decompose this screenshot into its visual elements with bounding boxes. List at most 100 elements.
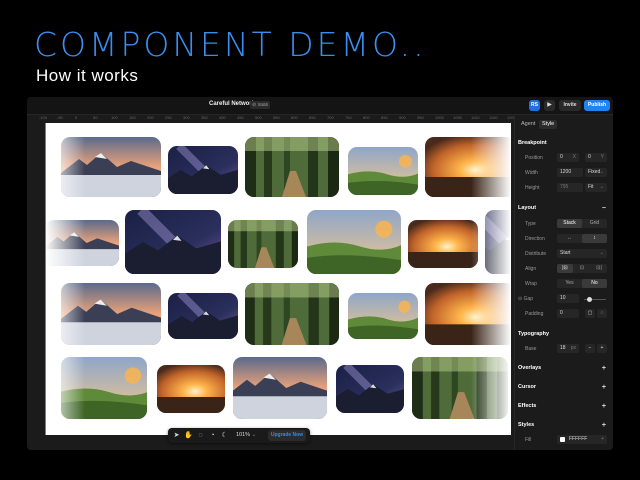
gallery-image-green-valley-sunset[interactable] xyxy=(348,293,418,339)
edge-fade-left xyxy=(45,123,85,435)
direction-label: Direction xyxy=(525,236,545,242)
tab-agent[interactable]: Agent xyxy=(518,120,538,129)
gap-field[interactable]: 10 xyxy=(557,294,579,303)
hand-icon[interactable]: ✋ xyxy=(184,431,193,440)
gallery-image-snowy-mountains-sea-of-clouds[interactable] xyxy=(233,357,327,419)
play-icon[interactable]: ▶ xyxy=(544,100,555,111)
padding-field[interactable]: 0 xyxy=(557,309,579,318)
ruler-tick: 700 xyxy=(327,115,334,120)
tab-style[interactable]: Style xyxy=(539,120,558,129)
moon-icon[interactable]: ☾ xyxy=(220,431,229,440)
comment-icon[interactable]: ◌ xyxy=(196,431,205,440)
gallery-image-green-valley-sunset[interactable] xyxy=(307,210,401,274)
type-grid-option[interactable]: Grid xyxy=(582,219,607,228)
bottom-toolbar: ➤ ✋ ◌ ◔ ☾ 101% ⌄ Upgrade Now xyxy=(168,428,310,443)
gallery-image-forest-path[interactable] xyxy=(228,220,298,268)
direction-vertical-icon[interactable]: ↕ xyxy=(582,234,607,243)
ruler-tick: 750 xyxy=(345,115,352,120)
padding-label: Padding xyxy=(525,311,544,317)
type-stack-option[interactable]: Stack xyxy=(557,219,582,228)
gallery-image-desert-sunset-glow[interactable] xyxy=(157,365,225,413)
invite-button[interactable]: Invite xyxy=(559,100,581,111)
ruler-tick: 1150 xyxy=(489,115,498,120)
height-mode-select[interactable]: Fit ⌄ xyxy=(585,183,607,192)
position-label: Position xyxy=(525,155,543,161)
ruler-tick: 900 xyxy=(399,115,406,120)
align-toggle: |⊡ ⊡ ⊡| xyxy=(557,264,607,273)
section-layout[interactable]: Layout − xyxy=(518,205,610,212)
gallery-image-green-valley-sunset[interactable] xyxy=(348,147,418,195)
ruler-tick: 1100 xyxy=(471,115,480,120)
slide-headline: COMPONENT DEMO.. xyxy=(34,25,427,64)
chat-icon[interactable]: ◔ xyxy=(208,431,217,440)
padding-uniform-icon[interactable]: ▢ xyxy=(585,309,595,318)
align-end-icon[interactable]: ⊡| xyxy=(591,264,607,273)
ruler-tick: -100 xyxy=(39,115,48,120)
gallery-image-desert-sunset-glow[interactable] xyxy=(408,220,478,268)
ruler-tick: 50 xyxy=(93,115,98,120)
direction-horizontal-icon[interactable]: ↔ xyxy=(557,234,582,243)
publish-button[interactable]: Publish xyxy=(584,100,610,111)
base-size-field[interactable]: 18 px xyxy=(557,344,579,353)
distribute-label: Distribute xyxy=(525,251,547,257)
gallery-image-milky-way-mountains[interactable] xyxy=(168,293,238,339)
pointer-icon[interactable]: ➤ xyxy=(172,431,181,440)
avatar[interactable]: RS xyxy=(529,100,540,111)
project-name[interactable]: Careful Network xyxy=(209,101,255,107)
edge-fade-right xyxy=(471,123,511,435)
gallery-image-milky-way-mountains[interactable] xyxy=(168,146,238,194)
project-badge: ⊘ saas xyxy=(250,101,271,109)
wrap-yes-option[interactable]: Yes xyxy=(557,279,582,288)
ruler-tick: 250 xyxy=(165,115,172,120)
ruler-tick: 1050 xyxy=(453,115,462,120)
ruler-tick: 200 xyxy=(147,115,154,120)
ruler-tick: 150 xyxy=(129,115,136,120)
base-label: Base xyxy=(525,346,537,352)
height-field[interactable]: 795 xyxy=(557,183,583,192)
section-cursor[interactable]: Cursor + xyxy=(518,384,610,391)
wrap-label: Wrap xyxy=(525,281,537,287)
gap-label: ⊙ Gap xyxy=(518,296,534,302)
gallery-image-milky-way-mountains[interactable] xyxy=(125,210,221,274)
position-y-field[interactable]: 0Y xyxy=(585,153,607,162)
type-label: Type xyxy=(525,221,536,227)
section-effects[interactable]: Effects + xyxy=(518,403,610,410)
section-overlays[interactable]: Overlays + xyxy=(518,365,610,372)
align-center-icon[interactable]: ⊡ xyxy=(574,264,590,273)
gap-slider-knob[interactable] xyxy=(587,297,592,302)
width-field[interactable]: 1200 xyxy=(557,168,583,177)
fill-swatch[interactable] xyxy=(560,437,565,442)
ruler-tick: 950 xyxy=(417,115,424,120)
section-styles[interactable]: Styles + xyxy=(518,422,610,429)
gallery-image-forest-path[interactable] xyxy=(245,283,339,345)
ruler-tick: 0 xyxy=(75,115,78,120)
padding-individual-icon[interactable]: ◌ xyxy=(597,309,607,318)
ruler-tick: 650 xyxy=(309,115,316,120)
ruler-tick: 300 xyxy=(183,115,190,120)
width-mode-select[interactable]: Fixed ⌄ xyxy=(585,168,607,177)
wrap-toggle: Yes No xyxy=(557,279,607,288)
ruler-tick: 500 xyxy=(255,115,262,120)
align-start-icon[interactable]: |⊡ xyxy=(557,264,573,273)
gallery-image-milky-way-mountains[interactable] xyxy=(336,365,404,413)
fill-label: Fill xyxy=(525,437,532,443)
canvas-frame[interactable] xyxy=(45,123,511,435)
ruler-tick: 450 xyxy=(237,115,244,120)
ruler-tick: -50 xyxy=(57,115,63,120)
ruler-tick: 550 xyxy=(273,115,280,120)
ruler-tick: 1000 xyxy=(435,115,444,120)
position-x-field[interactable]: 0X xyxy=(557,153,579,162)
section-typography: Typography xyxy=(518,331,550,337)
fill-field[interactable]: FFFFFF + xyxy=(557,435,607,444)
base-increase-icon[interactable]: + xyxy=(597,344,607,353)
height-label: Height xyxy=(525,185,540,191)
distribute-select[interactable]: Start ⌄ xyxy=(557,249,607,258)
base-decrease-icon[interactable]: − xyxy=(585,344,595,353)
ruler-tick: 850 xyxy=(381,115,388,120)
editor-window: Careful Network ⊘ saas RS ▶ Invite Publi… xyxy=(27,97,613,450)
ruler-tick: 100 xyxy=(111,115,118,120)
upgrade-button[interactable]: Upgrade Now xyxy=(268,430,306,441)
zoom-level[interactable]: 101% ⌄ xyxy=(236,431,256,440)
wrap-no-option[interactable]: No xyxy=(582,279,607,288)
gallery-image-forest-path[interactable] xyxy=(245,137,339,197)
